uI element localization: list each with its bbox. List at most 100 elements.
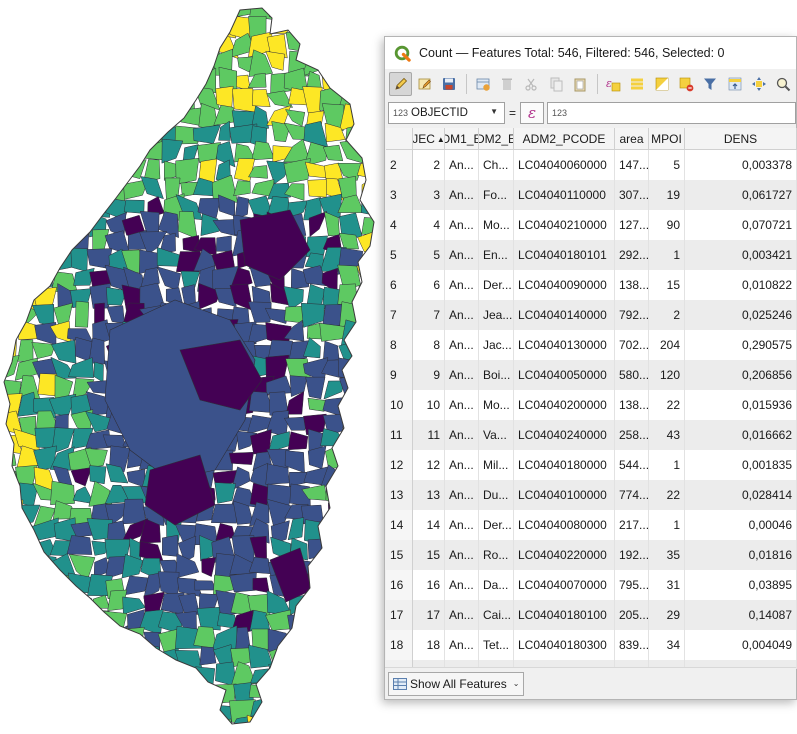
table-cell-adm2[interactable]: Mo... — [479, 210, 514, 240]
table-cell-adm2-pcode[interactable]: LC04040110000 — [514, 180, 615, 210]
table-cell-dens[interactable]: 0,061727 — [685, 180, 797, 210]
table-cell-adm2-pcode[interactable]: LC04040200000 — [514, 390, 615, 420]
table-cell-adm1[interactable]: An... — [445, 480, 479, 510]
table-cell-mpoi[interactable]: 5 — [649, 150, 685, 180]
add-feature-button[interactable] — [471, 72, 494, 96]
table-row[interactable]: 3 3 An... Fo... LC04040110000 307... 19 0,06172… — [386, 180, 797, 210]
filter-select-button[interactable] — [699, 72, 722, 96]
column-header-objectid[interactable]: JEC ▲ — [413, 128, 445, 150]
column-header-mpoi[interactable]: MPOI — [649, 128, 685, 150]
table-row[interactable]: 15 15 An... Ro... LC04040220000 192... 35 0,018… — [386, 540, 797, 570]
row-header[interactable]: 6 — [386, 270, 413, 300]
table-cell-adm2[interactable]: En... — [479, 240, 514, 270]
table-row[interactable]: 2 2 An... Ch... LC04040060000 147... 5 0,003378 — [386, 150, 797, 180]
table-cell-dens[interactable]: 0,015936 — [685, 390, 797, 420]
table-cell-mpoi[interactable]: 22 — [649, 390, 685, 420]
table-cell-adm2-pcode[interactable]: LC04040180101 — [514, 240, 615, 270]
table-cell-adm2[interactable]: Ro... — [479, 540, 514, 570]
row-header[interactable]: 12 — [386, 450, 413, 480]
table-cell-objectid[interactable]: 10 — [413, 390, 445, 420]
table-cell-adm1[interactable]: An... — [445, 270, 479, 300]
table-cell-objectid[interactable]: 13 — [413, 480, 445, 510]
table-cell-adm2-pcode[interactable]: LC04040210000 — [514, 210, 615, 240]
table-cell-adm1[interactable]: An... — [445, 540, 479, 570]
table-cell-adm1[interactable]: An... — [445, 330, 479, 360]
table-row[interactable]: 4 4 An... Mo... LC04040210000 127... 90 0,07072… — [386, 210, 797, 240]
table-cell-adm1[interactable]: An... — [445, 510, 479, 540]
row-header[interactable]: 9 — [386, 360, 413, 390]
table-cell-adm1[interactable]: An... — [445, 150, 479, 180]
column-header-adm2-pcode[interactable]: ADM2_PCODE — [514, 128, 615, 150]
table-cell-area[interactable]: 138... — [615, 270, 649, 300]
table-cell-adm2-pcode[interactable]: LC04040180000 — [514, 450, 615, 480]
delete-features-button[interactable] — [495, 72, 518, 96]
table-cell-adm2-pcode[interactable]: LC04040080000 — [514, 510, 615, 540]
table-cell-adm2[interactable]: Fo... — [479, 180, 514, 210]
table-cell-mpoi[interactable]: 1 — [649, 510, 685, 540]
table-cell-dens[interactable]: 0,14087 — [685, 600, 797, 630]
table-row[interactable]: 5 5 An... En... LC04040180101 292... 1 0,003421 — [386, 240, 797, 270]
table-cell-objectid[interactable]: 11 — [413, 420, 445, 450]
table-cell-adm1[interactable]: An... — [445, 180, 479, 210]
row-header[interactable]: 17 — [386, 600, 413, 630]
table-cell-objectid[interactable]: 8 — [413, 330, 445, 360]
table-cell-area[interactable]: 774... — [615, 480, 649, 510]
multi-edit-button[interactable] — [413, 72, 436, 96]
select-by-expression-button[interactable]: ε — [602, 72, 625, 96]
row-header[interactable]: 13 — [386, 480, 413, 510]
table-cell-dens[interactable]: 0,004049 — [685, 630, 797, 660]
column-header-adm2[interactable]: DM2_E — [479, 128, 514, 150]
table-row[interactable]: 7 7 An... Jea... LC04040140000 792... 2 0,02524… — [386, 300, 797, 330]
table-row[interactable]: 17 17 An... Cai... LC04040180100 205... 29 0,14… — [386, 600, 797, 630]
table-cell-adm2[interactable]: Tet... — [479, 630, 514, 660]
table-cell-adm2-pcode[interactable]: LC04040100000 — [514, 480, 615, 510]
table-cell-adm1[interactable]: An... — [445, 390, 479, 420]
table-cell-mpoi[interactable]: 204 — [649, 330, 685, 360]
row-header[interactable]: 3 — [386, 180, 413, 210]
invert-selection-button[interactable] — [650, 72, 673, 96]
table-cell-adm1[interactable]: An... — [445, 300, 479, 330]
row-header[interactable]: 18 — [386, 630, 413, 660]
table-cell-adm1[interactable]: An... — [445, 570, 479, 600]
table-cell-mpoi[interactable]: 29 — [649, 600, 685, 630]
field-selector[interactable]: 123 OBJECTID ▼ — [388, 102, 505, 124]
table-cell-adm2-pcode[interactable]: LC04040180100 — [514, 600, 615, 630]
toggle-editing-button[interactable] — [389, 72, 413, 96]
row-header[interactable]: 16 — [386, 570, 413, 600]
table-cell-mpoi[interactable]: 1 — [649, 240, 685, 270]
table-cell-mpoi[interactable]: 31 — [649, 570, 685, 600]
table-cell-mpoi[interactable]: 19 — [649, 180, 685, 210]
table-cell-adm2[interactable]: Cai... — [479, 600, 514, 630]
table-cell-dens[interactable]: 0,025246 — [685, 300, 797, 330]
table-cell-objectid[interactable]: 15 — [413, 540, 445, 570]
table-cell-adm2[interactable]: Da... — [479, 570, 514, 600]
row-header[interactable]: 10 — [386, 390, 413, 420]
table-cell-mpoi[interactable]: 90 — [649, 210, 685, 240]
table-cell-area[interactable]: 217... — [615, 510, 649, 540]
table-cell-mpoi[interactable]: 1 — [649, 450, 685, 480]
table-cell-mpoi[interactable]: 34 — [649, 630, 685, 660]
show-all-features-button[interactable]: Show All Features ⌄ — [388, 671, 525, 696]
table-cell-area[interactable]: 205... — [615, 600, 649, 630]
table-row[interactable]: 16 16 An... Da... LC04040070000 795... 31 0,038… — [386, 570, 797, 600]
table-cell-dens[interactable]: 0,00046 — [685, 510, 797, 540]
table-cell-dens[interactable]: 0,03895 — [685, 570, 797, 600]
table-cell-adm2[interactable]: Du... — [479, 480, 514, 510]
zoom-to-selected-button[interactable] — [772, 72, 795, 96]
deselect-all-button[interactable] — [674, 72, 697, 96]
table-cell-adm2-pcode[interactable]: LC04040050000 — [514, 360, 615, 390]
table-cell-dens[interactable]: 0,003421 — [685, 240, 797, 270]
table-cell-dens[interactable]: 0,070721 — [685, 210, 797, 240]
table-cell-adm2-pcode[interactable]: LC04040070000 — [514, 570, 615, 600]
table-cell-objectid[interactable]: 2 — [413, 150, 445, 180]
table-row[interactable]: 13 13 An... Du... LC04040100000 774... 22 0,028… — [386, 480, 797, 510]
cut-button[interactable] — [520, 72, 543, 96]
table-cell-adm2-pcode[interactable]: LC04040090000 — [514, 270, 615, 300]
table-cell-adm2[interactable]: Boi... — [479, 360, 514, 390]
table-cell-dens[interactable]: 0,290575 — [685, 330, 797, 360]
table-cell-adm1[interactable]: An... — [445, 360, 479, 390]
row-header[interactable]: 4 — [386, 210, 413, 240]
table-cell-objectid[interactable]: 16 — [413, 570, 445, 600]
table-cell-area[interactable]: 147... — [615, 150, 649, 180]
table-cell-adm1[interactable]: An... — [445, 240, 479, 270]
